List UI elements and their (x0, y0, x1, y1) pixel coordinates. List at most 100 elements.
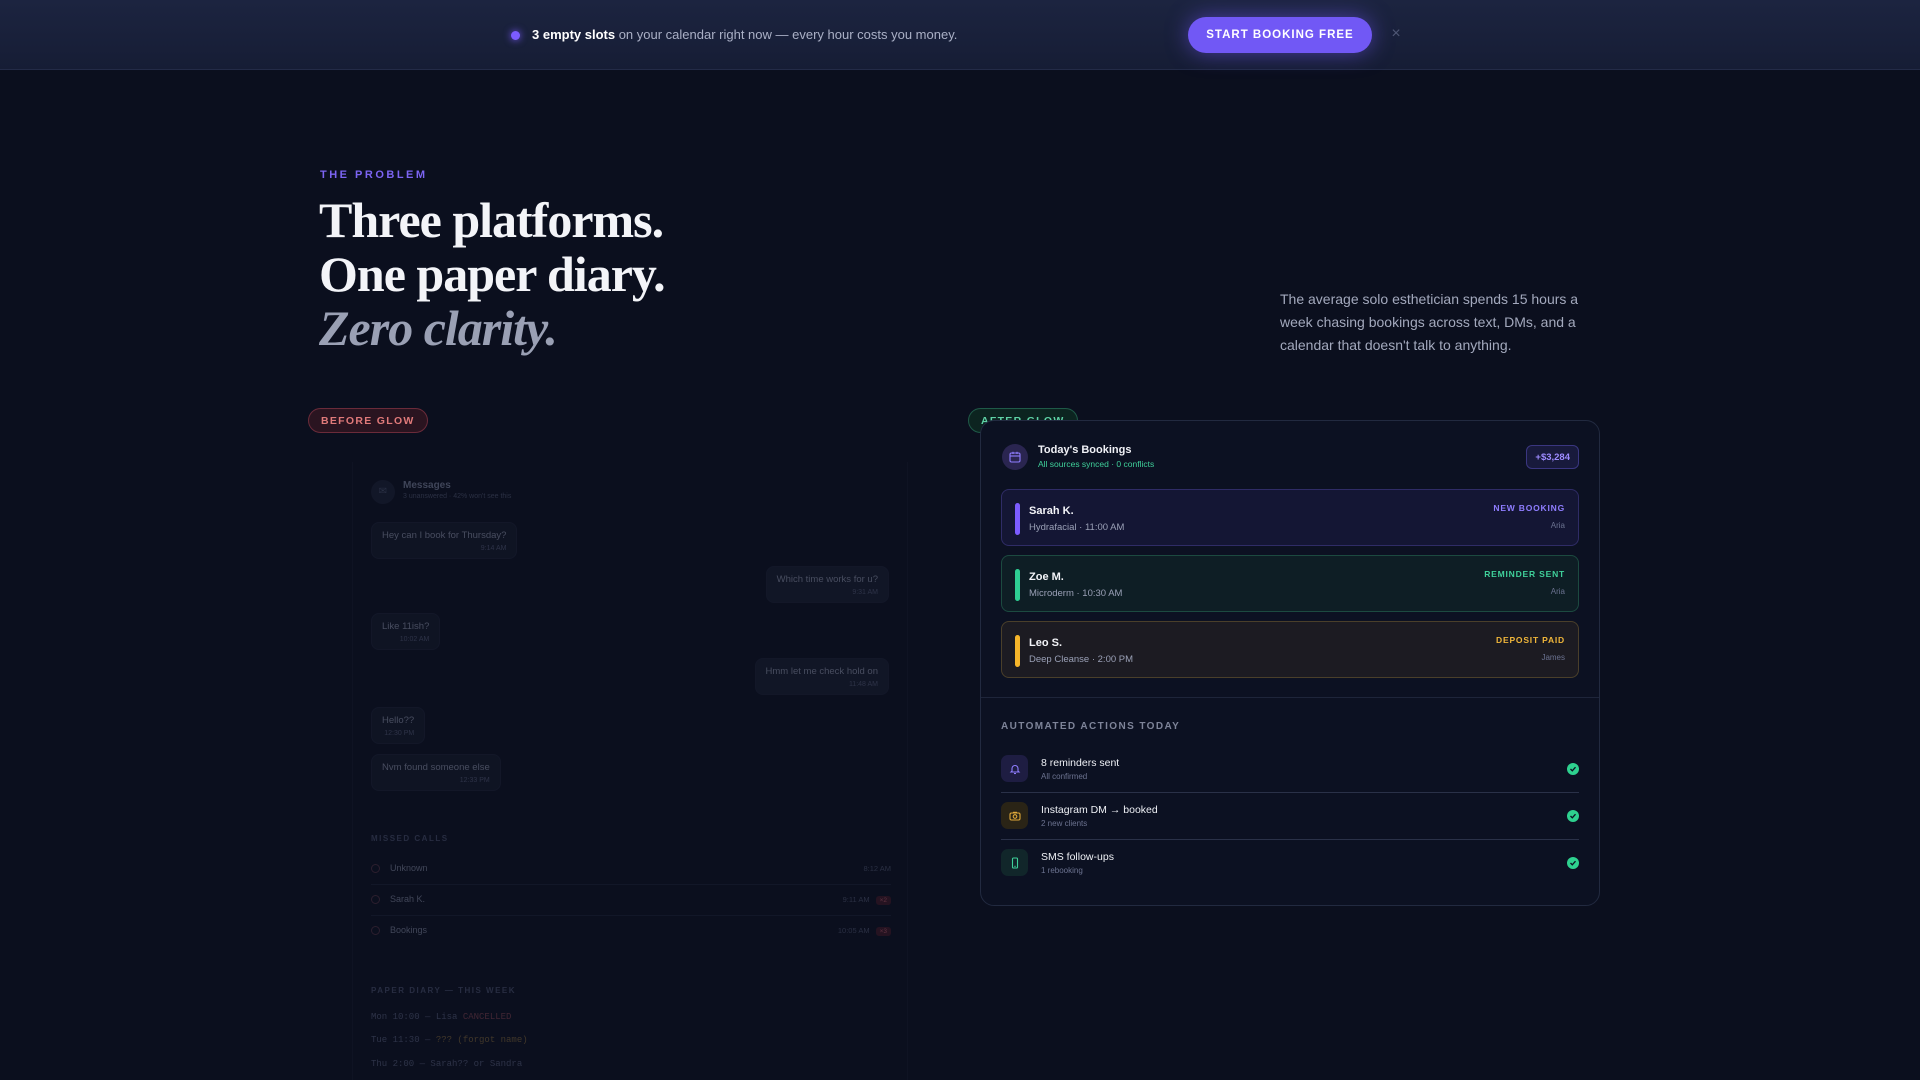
message-text: Hmm let me check hold on (765, 666, 878, 677)
before-glow-badge: BEFORE GLOW (308, 408, 428, 433)
missed-call-row: Bookings 10:05 AM ×3 (371, 917, 891, 947)
caller-name: Unknown (390, 863, 428, 873)
message-bubble: Hello?? 12:30 PM (371, 707, 426, 744)
booking-status: REMINDER SENT (1484, 569, 1565, 579)
booking-color-bar (1015, 635, 1020, 667)
diary-entry: Mon 10:00 — Lisa CANCELLED (371, 1012, 511, 1022)
message-time: 9:14 AM (480, 545, 507, 552)
caller-name: Bookings (390, 925, 428, 935)
message-time: 10:02 AM (399, 636, 430, 643)
booking-detail: Deep Cleanse · 2:00 PM (1029, 654, 1134, 665)
message-text: Nvm found someone else (382, 762, 490, 773)
call-time: 9:11 AM ×2 (843, 895, 891, 905)
diary-entry: Thu 2:00 — Sarah?? or Sandra (371, 1059, 522, 1069)
caller-name: Sarah K. (390, 894, 426, 904)
booking-card[interactable]: Leo S. Deep Cleanse · 2:00 PM DEPOSIT PA… (1001, 621, 1579, 678)
diary-entry-prefix: Mon 10:00 — (371, 1012, 436, 1022)
check-icon (1567, 810, 1579, 822)
diary-entry-note: CANCELLED (457, 1012, 512, 1022)
bell-icon (1001, 755, 1028, 782)
message-time: 11:48 AM (848, 681, 878, 688)
calendar-icon (1002, 444, 1028, 470)
booking-detail: Hydrafacial · 11:00 AM (1029, 522, 1125, 533)
check-icon (1567, 763, 1579, 775)
sync-status: All sources synced · 0 conflicts (1038, 459, 1155, 469)
automated-action-row: SMS follow-ups 1 rebooking (1001, 840, 1579, 887)
section-divider (981, 697, 1599, 698)
booking-color-bar (1015, 569, 1020, 601)
staff-name: James (1541, 653, 1565, 662)
diary-entry: Tue 11:30 — ??? (forgot name) (371, 1035, 528, 1045)
diary-entry-prefix: Tue 11:30 — (371, 1035, 436, 1045)
bookings-title: Today's Bookings (1038, 444, 1132, 456)
action-title: SMS follow-ups (1041, 851, 1114, 863)
missed-count-badge: ×2 (875, 896, 891, 905)
message-text: Which time works for u? (776, 574, 878, 585)
diary-entry-name: Lisa (435, 1012, 458, 1022)
headline-line-1: Three platforms. (319, 192, 664, 248)
booking-card[interactable]: Zoe M. Microderm · 10:30 AM REMINDER SEN… (1001, 555, 1579, 612)
diary-entry-name: Sarah?? or Sandra (430, 1059, 523, 1069)
missed-count-badge: ×3 (875, 927, 891, 936)
message-time: 12:33 PM (459, 777, 490, 784)
headline-line-3: Zero clarity. (319, 300, 558, 356)
phone-missed-icon (371, 926, 380, 935)
banner-text: on your calendar right now — every hour … (615, 27, 958, 42)
banner-message: 3 empty slots on your calendar right now… (532, 27, 957, 42)
action-subtitle: 2 new clients (1041, 819, 1088, 828)
staff-name: Aria (1550, 587, 1565, 596)
banner-highlight: 3 empty slots (532, 27, 616, 42)
message-bubble: Hmm let me check hold on 11:48 AM (754, 658, 889, 695)
phone-icon (1001, 849, 1028, 876)
before-panel: ✉ Messages 3 unanswered · 42% won't see … (352, 462, 908, 1080)
missed-call-row: Sarah K. 9:11 AM ×2 (371, 886, 891, 916)
message-text: Like 11ish? (382, 621, 430, 632)
staff-name: Aria (1550, 521, 1565, 530)
paper-diary-label: PAPER DIARY — THIS WEEK (371, 986, 517, 995)
automated-actions-label: AUTOMATED ACTIONS TODAY (1001, 721, 1181, 732)
diary-entry-prefix: Thu 2:00 — (371, 1059, 431, 1069)
booking-detail: Microderm · 10:30 AM (1029, 588, 1123, 599)
chat-bubble-icon: ✉ (371, 480, 395, 504)
page-title: Three platforms. One paper diary. Zero c… (319, 192, 666, 356)
phone-missed-icon (371, 895, 380, 904)
section-eyebrow: THE PROBLEM (320, 169, 428, 181)
booking-color-bar (1015, 503, 1020, 535)
phone-missed-icon (371, 864, 380, 873)
call-time: 10:05 AM ×3 (838, 926, 891, 936)
start-booking-button[interactable]: START BOOKING FREE (1188, 17, 1372, 53)
after-panel: Today's Bookings All sources synced · 0 … (980, 420, 1600, 906)
check-icon (1567, 857, 1579, 869)
hero-description: The average solo esthetician spends 15 h… (1280, 291, 1579, 353)
message-time: 9:31 AM (852, 589, 878, 596)
message-time: 12:30 PM (384, 730, 415, 737)
automated-action-row: 8 reminders sent All confirmed (1001, 746, 1579, 793)
messages-title: Messages (403, 480, 451, 491)
automated-action-row: Instagram DM → booked 2 new clients (1001, 793, 1579, 840)
call-time: 8:12 AM (863, 864, 891, 873)
action-title: Instagram DM → booked (1041, 804, 1158, 816)
action-subtitle: All confirmed (1041, 772, 1088, 781)
booking-status: NEW BOOKING (1493, 503, 1565, 513)
missed-call-row: Unknown 8:12 AM (371, 855, 891, 885)
messages-subtitle: 3 unanswered · 42% won't see this (403, 493, 512, 500)
close-icon[interactable]: × (1389, 24, 1403, 44)
client-name: Zoe M. (1029, 571, 1064, 583)
message-bubble: Hey can I book for Thursday? 9:14 AM (371, 522, 518, 559)
action-subtitle: 1 rebooking (1041, 866, 1083, 875)
client-name: Sarah K. (1029, 505, 1074, 517)
camera-icon (1001, 802, 1028, 829)
booking-card[interactable]: Sarah K. Hydrafacial · 11:00 AM NEW BOOK… (1001, 489, 1579, 546)
client-name: Leo S. (1029, 637, 1063, 649)
call-time-text: 8:12 AM (863, 864, 891, 873)
call-time-text: 9:11 AM (842, 895, 870, 904)
message-text: Hey can I book for Thursday? (382, 530, 507, 541)
message-bubble: Nvm found someone else 12:33 PM (371, 754, 501, 791)
headline-line-2: One paper diary. (319, 246, 666, 302)
booking-status: DEPOSIT PAID (1496, 635, 1565, 645)
promo-banner: 3 empty slots on your calendar right now… (0, 0, 1920, 70)
action-title: 8 reminders sent (1041, 757, 1120, 769)
message-text: Hello?? (382, 715, 415, 726)
missed-calls-label: MISSED CALLS (371, 834, 449, 843)
diary-entry-name: ??? (forgot name) (435, 1035, 528, 1045)
